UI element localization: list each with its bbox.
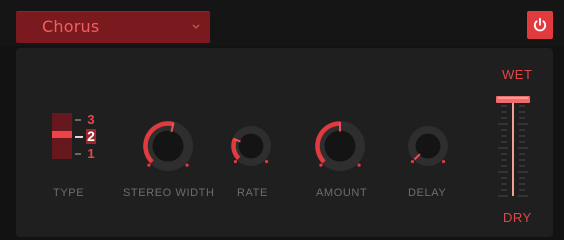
delay-knob[interactable]	[405, 123, 451, 169]
type-selector-indicator	[52, 131, 72, 138]
type-tick	[75, 153, 81, 155]
rate-knob[interactable]	[228, 123, 274, 169]
amount-knob[interactable]	[312, 118, 368, 174]
preset-label: Chorus	[42, 17, 100, 36]
type-option-1[interactable]: 1	[86, 147, 96, 160]
knob-max-dot	[264, 159, 269, 164]
wet-label: WET	[502, 67, 533, 82]
delay-label: DELAY	[408, 187, 447, 199]
rate-label: RATE	[237, 187, 268, 199]
type-option-2[interactable]: 2	[86, 129, 96, 144]
knob-cap	[238, 133, 264, 159]
type-tick	[75, 119, 81, 121]
preset-dropdown[interactable]: Chorus	[16, 11, 210, 43]
power-icon	[533, 17, 547, 32]
type-tick	[75, 136, 83, 138]
type-option-3[interactable]: 3	[86, 113, 96, 126]
power-button[interactable]	[527, 11, 553, 39]
amount-label: AMOUNT	[316, 187, 368, 199]
knob-max-dot	[441, 159, 446, 164]
knob-max-dot	[357, 163, 361, 167]
knob-min-dot	[319, 163, 323, 167]
knob-cap	[152, 130, 184, 162]
knob-min-dot	[233, 159, 238, 164]
type-label: TYPE	[53, 187, 85, 199]
fader-thumb-highlight	[498, 97, 528, 99]
knob-cap	[324, 130, 356, 162]
header-bar: Chorus	[0, 0, 564, 46]
effect-panel: 3 2 1 TYPE STEREO WIDTH RATE AMOUNT DELA…	[16, 48, 553, 237]
wet-dry-fader[interactable]	[490, 92, 536, 204]
stereo-width-knob[interactable]	[140, 118, 196, 174]
knob-min-dot	[410, 159, 415, 164]
chevron-down-icon	[192, 24, 200, 29]
stereo-width-label: STEREO WIDTH	[123, 187, 215, 199]
knob-max-dot	[185, 163, 189, 167]
dry-label: DRY	[503, 210, 532, 225]
knob-min-dot	[147, 163, 151, 167]
